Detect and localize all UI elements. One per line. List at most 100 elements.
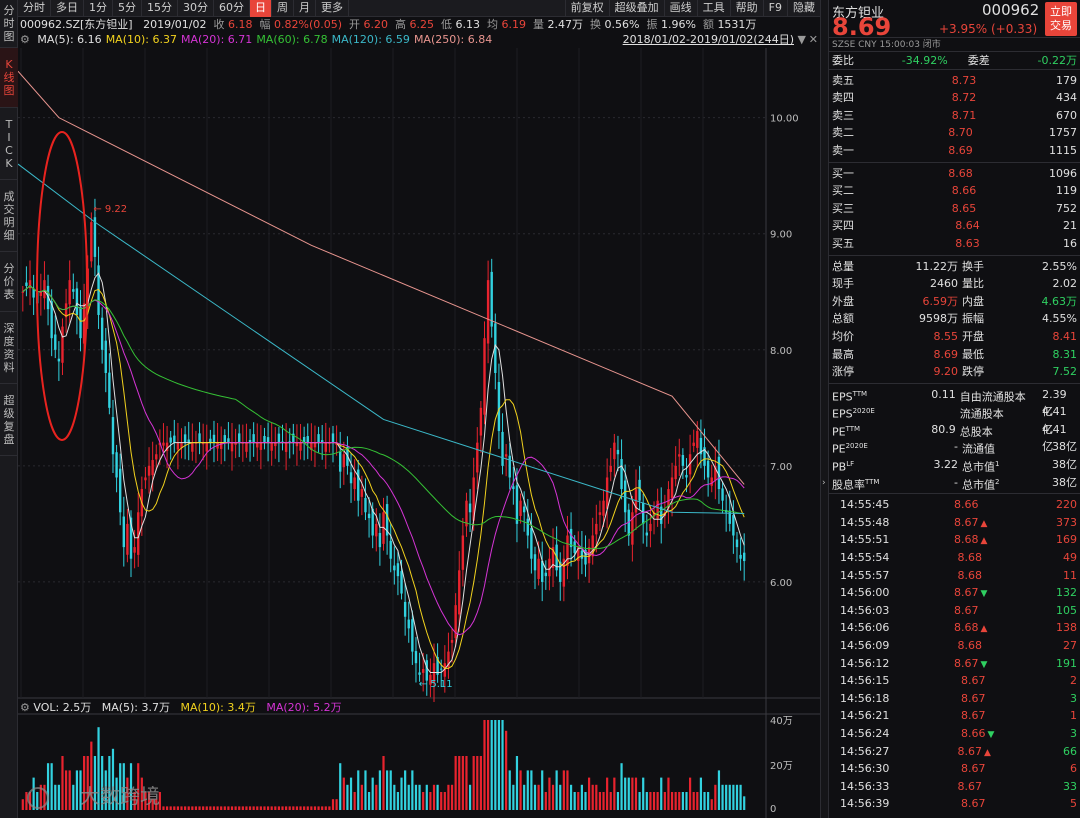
tick-time: 14:56:24 <box>840 726 890 740</box>
tick-row[interactable]: 14:56:12 8.67 ▼ 191 <box>829 655 1080 673</box>
candle-body <box>642 502 645 524</box>
tick-row[interactable]: 14:56:24 8.66 ▼ 3 <box>829 725 1080 743</box>
asks-row[interactable]: 卖五 8.73 179 <box>829 72 1080 90</box>
period-tab-0[interactable]: 分时 <box>18 0 51 17</box>
left-tab-char: C <box>5 143 13 157</box>
tick-price-wrap: 8.67 ▲ <box>954 514 1014 532</box>
settings-icon[interactable]: ⚙ <box>20 33 30 46</box>
asks-row[interactable]: 卖三 8.71 670 <box>829 107 1080 125</box>
ma-label: MA(10): <box>105 33 149 46</box>
bids-row[interactable]: 买二 8.66 119 <box>829 182 1080 200</box>
candle-body <box>393 565 396 571</box>
period-tab-9[interactable]: 月 <box>294 0 316 17</box>
period-tab-5[interactable]: 30分 <box>178 0 214 17</box>
tick-price-wrap: 8.67 <box>961 707 1021 725</box>
tick-row[interactable]: 14:56:18 8.67 3 <box>829 690 1080 708</box>
tool-button-1[interactable]: 超级叠加 <box>608 0 664 17</box>
tick-row[interactable]: 14:55:54 8.68 49 <box>829 549 1080 567</box>
asks-row[interactable]: 卖二 8.70 1757 <box>829 124 1080 142</box>
tick-row[interactable]: 14:56:21 8.67 1 <box>829 707 1080 725</box>
tool-button-0[interactable]: 前复权 <box>564 0 609 17</box>
tick-row[interactable]: 14:55:45 8.66 220 <box>829 496 1080 514</box>
close-value: 6.18 <box>228 18 253 31</box>
fin-label2: 总股本 <box>960 421 1042 439</box>
volume-bar <box>68 770 71 810</box>
candle-body <box>72 289 75 292</box>
range-dropdown-icon[interactable]: ▼ <box>798 32 806 48</box>
candle-body <box>458 570 461 615</box>
close-overlay-icon[interactable]: ✕ <box>809 32 818 48</box>
stat-label: 量比 <box>962 277 984 291</box>
asks-row[interactable]: 卖一 8.69 1115 <box>829 142 1080 160</box>
volume-bar <box>461 756 464 810</box>
left-tab-2[interactable]: TICK <box>0 108 18 180</box>
candle-body <box>396 563 400 577</box>
tick-row[interactable]: 14:56:30 8.67 6 <box>829 760 1080 778</box>
volume-bar <box>530 770 533 810</box>
volume-bar <box>57 784 60 810</box>
left-tab-4[interactable]: 分价表 <box>0 252 18 312</box>
tick-row[interactable]: 14:56:27 8.67 ▲ 66 <box>829 743 1080 761</box>
period-tab-6[interactable]: 60分 <box>214 0 250 17</box>
period-tab-1[interactable]: 多日 <box>51 0 84 17</box>
tick-row[interactable]: 14:56:03 8.67 105 <box>829 602 1080 620</box>
candle-body <box>638 479 641 501</box>
bids-row[interactable]: 买三 8.65 752 <box>829 200 1080 218</box>
tick-list[interactable]: 14:55:45 8.66 220 14:55:48 8.67 ▲ 373 14:55:51 8… <box>829 494 1080 813</box>
tick-row[interactable]: 14:56:00 8.67 ▼ 132 <box>829 584 1080 602</box>
left-tab-char: 图 <box>3 84 15 97</box>
volume-bar <box>429 792 432 810</box>
volume-bar <box>339 763 342 810</box>
volume-bar <box>216 806 219 810</box>
period-tab-4[interactable]: 15分 <box>142 0 178 17</box>
tool-button-3[interactable]: 工具 <box>696 0 730 17</box>
tick-up-arrow-icon: ▲ <box>980 518 988 529</box>
tool-button-5[interactable]: F9 <box>762 0 787 17</box>
fin-label-text: EPS <box>832 407 853 421</box>
tick-row[interactable]: 14:56:15 8.67 2 <box>829 672 1080 690</box>
tick-time: 14:56:15 <box>840 674 890 688</box>
left-tab-1[interactable]: K线图 <box>0 48 18 108</box>
amount-value: 1531万 <box>717 18 757 31</box>
volume-bar <box>266 806 270 810</box>
bids-row[interactable]: 买一 8.68 1096 <box>829 165 1080 183</box>
panel-splitter[interactable]: › <box>820 0 829 818</box>
left-tab-0[interactable]: 分时图 <box>0 0 18 48</box>
left-tab-3[interactable]: 成交明细 <box>0 180 18 252</box>
volume-bar <box>580 784 583 810</box>
bids-row[interactable]: 买五 8.63 16 <box>829 235 1080 253</box>
tool-button-4[interactable]: 帮助 <box>729 0 763 17</box>
volume-bar <box>342 777 345 810</box>
period-tab-8[interactable]: 周 <box>272 0 294 17</box>
tick-row[interactable]: 14:55:51 8.68 ▲ 169 <box>829 531 1080 549</box>
volume-bar <box>649 792 652 810</box>
left-tab-6[interactable]: 超级复盘 <box>0 384 18 456</box>
tick-row[interactable]: 14:56:09 8.68 27 <box>829 637 1080 655</box>
tick-row[interactable]: 14:56:06 8.68 ▲ 138 <box>829 619 1080 637</box>
candle-body <box>360 489 364 497</box>
amplitude-label: 振 <box>646 18 658 31</box>
date-range-label[interactable]: 2018/01/02-2019/01/02(244日) <box>623 32 794 48</box>
collapse-arrow-icon[interactable]: › <box>822 478 826 488</box>
tick-volume: 2 <box>1070 674 1077 688</box>
trade-now-button[interactable]: 立即 交易 <box>1045 2 1077 36</box>
period-tab-7[interactable]: 日 <box>250 0 272 17</box>
tool-button-2[interactable]: 画线 <box>663 0 697 17</box>
tick-row[interactable]: 14:56:39 8.67 5 <box>829 795 1080 813</box>
asks-row[interactable]: 卖四 8.72 434 <box>829 89 1080 107</box>
date-label: 2019/01/02 <box>143 18 207 31</box>
fin-value2: 2.39亿 <box>1042 387 1067 419</box>
fin-label2: 流通股本 <box>960 403 1042 421</box>
period-tab-10[interactable]: 更多 <box>316 0 349 17</box>
left-tab-5[interactable]: 深度资料 <box>0 312 18 384</box>
candle-body <box>144 477 147 481</box>
tick-row[interactable]: 14:55:48 8.67 ▲ 373 <box>829 514 1080 532</box>
period-tab-3[interactable]: 5分 <box>113 0 142 17</box>
period-tab-2[interactable]: 1分 <box>84 0 113 17</box>
bids-row[interactable]: 买四 8.64 21 <box>829 217 1080 235</box>
tick-row[interactable]: 14:55:57 8.68 11 <box>829 567 1080 585</box>
candle-body <box>645 532 649 536</box>
tick-row[interactable]: 14:56:33 8.67 33 <box>829 778 1080 796</box>
volume-settings-icon[interactable]: ⚙ <box>20 701 30 714</box>
tool-button-6[interactable]: 隐藏 <box>787 0 820 17</box>
